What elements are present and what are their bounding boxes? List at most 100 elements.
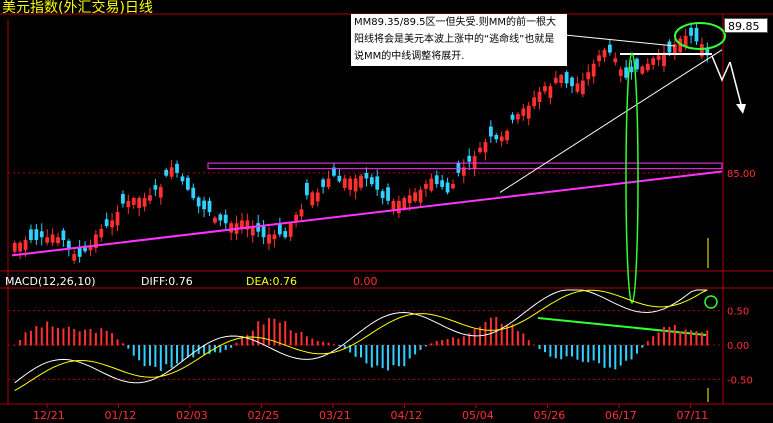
candle-body: [553, 77, 558, 83]
candle-body: [337, 175, 342, 182]
candle-body: [34, 229, 39, 241]
projection-arrow-upper: [711, 55, 731, 82]
candle-body: [575, 83, 580, 92]
candle-body: [39, 231, 44, 238]
macd-histogram-bar: [489, 317, 492, 346]
candle-body: [23, 240, 28, 250]
candle-body: [223, 214, 228, 224]
candle-body: [175, 163, 179, 173]
macd-histogram-bar: [695, 331, 698, 346]
candle-body: [488, 126, 493, 137]
macd-histogram-bar: [630, 345, 633, 360]
candle-body: [467, 155, 472, 162]
candle-body: [304, 182, 309, 196]
candle-body: [142, 198, 147, 207]
macd-value-label: 0.00: [353, 275, 378, 288]
candle-body: [499, 136, 504, 142]
macd-tick-label: -0.50: [727, 375, 753, 386]
candle-body: [402, 198, 407, 209]
macd-histogram-bar: [516, 331, 519, 346]
macd-histogram-bar: [635, 345, 638, 354]
macd-histogram-bar: [403, 345, 406, 367]
macd-histogram-bar: [587, 345, 590, 363]
candle-body: [629, 66, 634, 73]
candle-body: [115, 212, 120, 226]
candle-body: [218, 214, 223, 221]
candle-body: [483, 142, 488, 153]
candle-body: [391, 200, 396, 211]
candle-body: [597, 55, 601, 62]
macd-histogram-bar: [29, 330, 32, 346]
candle-body: [559, 74, 564, 84]
macd-histogram-bar: [646, 341, 649, 346]
macd-histogram-bar: [300, 331, 303, 346]
candle-body: [608, 44, 612, 53]
x-tick-label: 03/21: [319, 409, 351, 422]
candle-body: [640, 66, 645, 74]
candle-body: [153, 185, 158, 190]
candle-body: [50, 234, 55, 243]
candle-body: [434, 175, 439, 185]
macd-histogram-bar: [581, 345, 584, 362]
macd-histogram-bar: [603, 345, 606, 368]
macd-histogram-bar: [132, 345, 135, 356]
candle-body: [277, 223, 282, 235]
macd-histogram-bar: [322, 341, 325, 346]
candle-body: [18, 242, 23, 252]
candle-body: [694, 27, 699, 42]
candle-body: [624, 67, 629, 78]
macd-histogram-bar: [679, 331, 682, 346]
macd-histogram-bar: [19, 340, 22, 346]
macd-histogram-bar: [165, 345, 168, 365]
macd-histogram-bar: [446, 339, 449, 346]
candle-body: [56, 237, 60, 244]
macd-histogram-bar: [230, 345, 233, 348]
macd-histogram-bar: [278, 322, 281, 346]
macd-histogram-bar: [598, 345, 601, 364]
x-tick-label: 12/21: [33, 409, 65, 422]
macd-histogram-bar: [170, 345, 173, 368]
annotation-callout: MM89.35/89.5区一但失受.则MM的前一根大阳线将会是美元本波上涨中的“…: [351, 14, 567, 66]
macd-histogram-bar: [592, 345, 595, 361]
candle-body: [570, 77, 574, 87]
macd-histogram-bar: [56, 327, 59, 346]
candle-body: [548, 86, 553, 98]
candle-body: [369, 177, 374, 185]
macd-tick-label: 0.50: [727, 307, 749, 318]
macd-histogram-bar: [246, 334, 249, 346]
candle-body: [516, 114, 520, 120]
macd-histogram-bar: [370, 345, 373, 368]
candle-body: [158, 186, 163, 198]
macd-histogram-bar: [105, 330, 108, 346]
candle-body: [326, 178, 331, 188]
macd-histogram-bar: [700, 332, 703, 346]
candle-body: [380, 191, 385, 199]
x-tick-label: 01/12: [105, 409, 137, 422]
macd-histogram-bar: [251, 330, 254, 346]
macd-histogram-bar: [473, 328, 476, 346]
macd-histogram-bar: [614, 345, 617, 370]
candle-body: [424, 184, 428, 189]
candle-body: [494, 134, 499, 140]
macd-histogram-bar: [138, 345, 141, 361]
candle-body: [386, 187, 390, 201]
macd-histogram-bar: [549, 345, 552, 357]
macd-histogram-bar: [316, 340, 319, 346]
candle-body: [602, 49, 607, 58]
macd-histogram-bar: [295, 332, 298, 346]
macd-histogram-bar: [441, 340, 444, 346]
macd-histogram-bar: [73, 328, 76, 346]
macd-histogram-bar: [360, 345, 362, 358]
macd-histogram-bar: [240, 338, 243, 346]
macd-histogram-bar: [332, 344, 335, 346]
candle-body: [364, 172, 369, 179]
candle-body: [272, 234, 277, 240]
macd-histogram-bar: [608, 345, 611, 368]
candle-body: [12, 242, 17, 252]
candle-body: [196, 197, 201, 207]
macd-histogram-bar: [663, 326, 666, 346]
candle-body: [121, 194, 125, 204]
candle-body: [288, 223, 293, 237]
candle-body: [375, 176, 380, 190]
macd-histogram-bar: [522, 333, 525, 346]
